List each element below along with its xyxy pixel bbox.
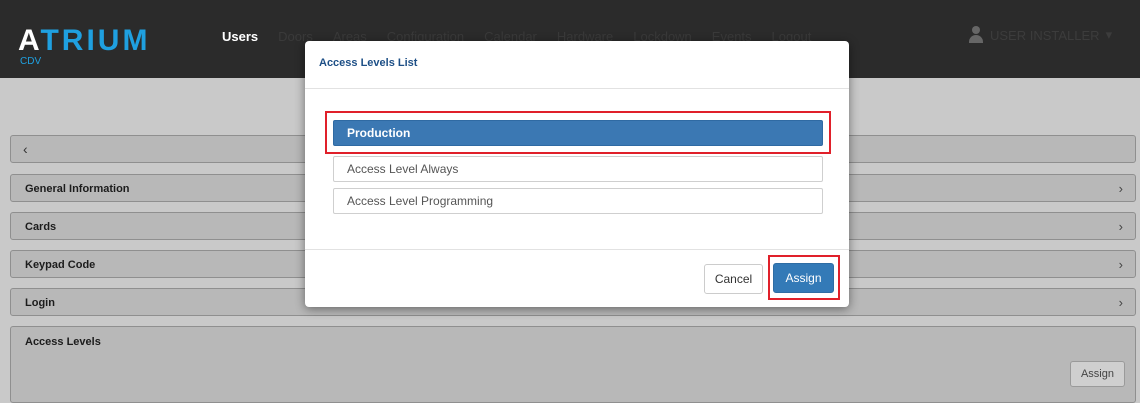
chevron-right-icon: ›: [1118, 295, 1123, 310]
cancel-button[interactable]: Cancel: [704, 264, 763, 294]
atrium-logo[interactable]: ATRIUM: [18, 24, 150, 58]
section-label: Access Levels: [25, 336, 101, 348]
modal-title: Access Levels List: [319, 57, 418, 69]
caret-down-icon: ▾: [1105, 27, 1113, 42]
section-access-levels: Access Levels Assign: [10, 326, 1136, 403]
access-levels-modal: Access Levels List Production Access Lev…: [305, 41, 849, 307]
logo-subtitle: CDV: [20, 56, 42, 67]
modal-header-divider: [305, 88, 849, 89]
chevron-right-icon: ›: [1118, 257, 1123, 272]
nav-item-users[interactable]: Users: [222, 29, 258, 44]
access-levels-assign-button[interactable]: Assign: [1069, 361, 1125, 387]
user-icon: [968, 26, 984, 44]
user-menu-label: USER INSTALLER: [990, 27, 1100, 43]
modal-footer-divider: [305, 249, 849, 250]
access-level-item-always[interactable]: Access Level Always: [333, 156, 823, 182]
chevron-right-icon: ›: [1118, 219, 1123, 234]
chevron-right-icon: ›: [1118, 181, 1123, 196]
assign-button[interactable]: Assign: [773, 263, 834, 293]
user-menu[interactable]: USER INSTALLER ▾: [968, 26, 1112, 44]
back-button[interactable]: ‹: [23, 141, 28, 157]
section-label: Cards: [25, 221, 57, 233]
section-label: Keypad Code: [25, 259, 96, 271]
section-label: General Information: [25, 183, 130, 195]
section-label: Login: [25, 297, 55, 309]
access-level-item-programming[interactable]: Access Level Programming: [333, 188, 823, 214]
access-level-item-production[interactable]: Production: [333, 120, 823, 146]
